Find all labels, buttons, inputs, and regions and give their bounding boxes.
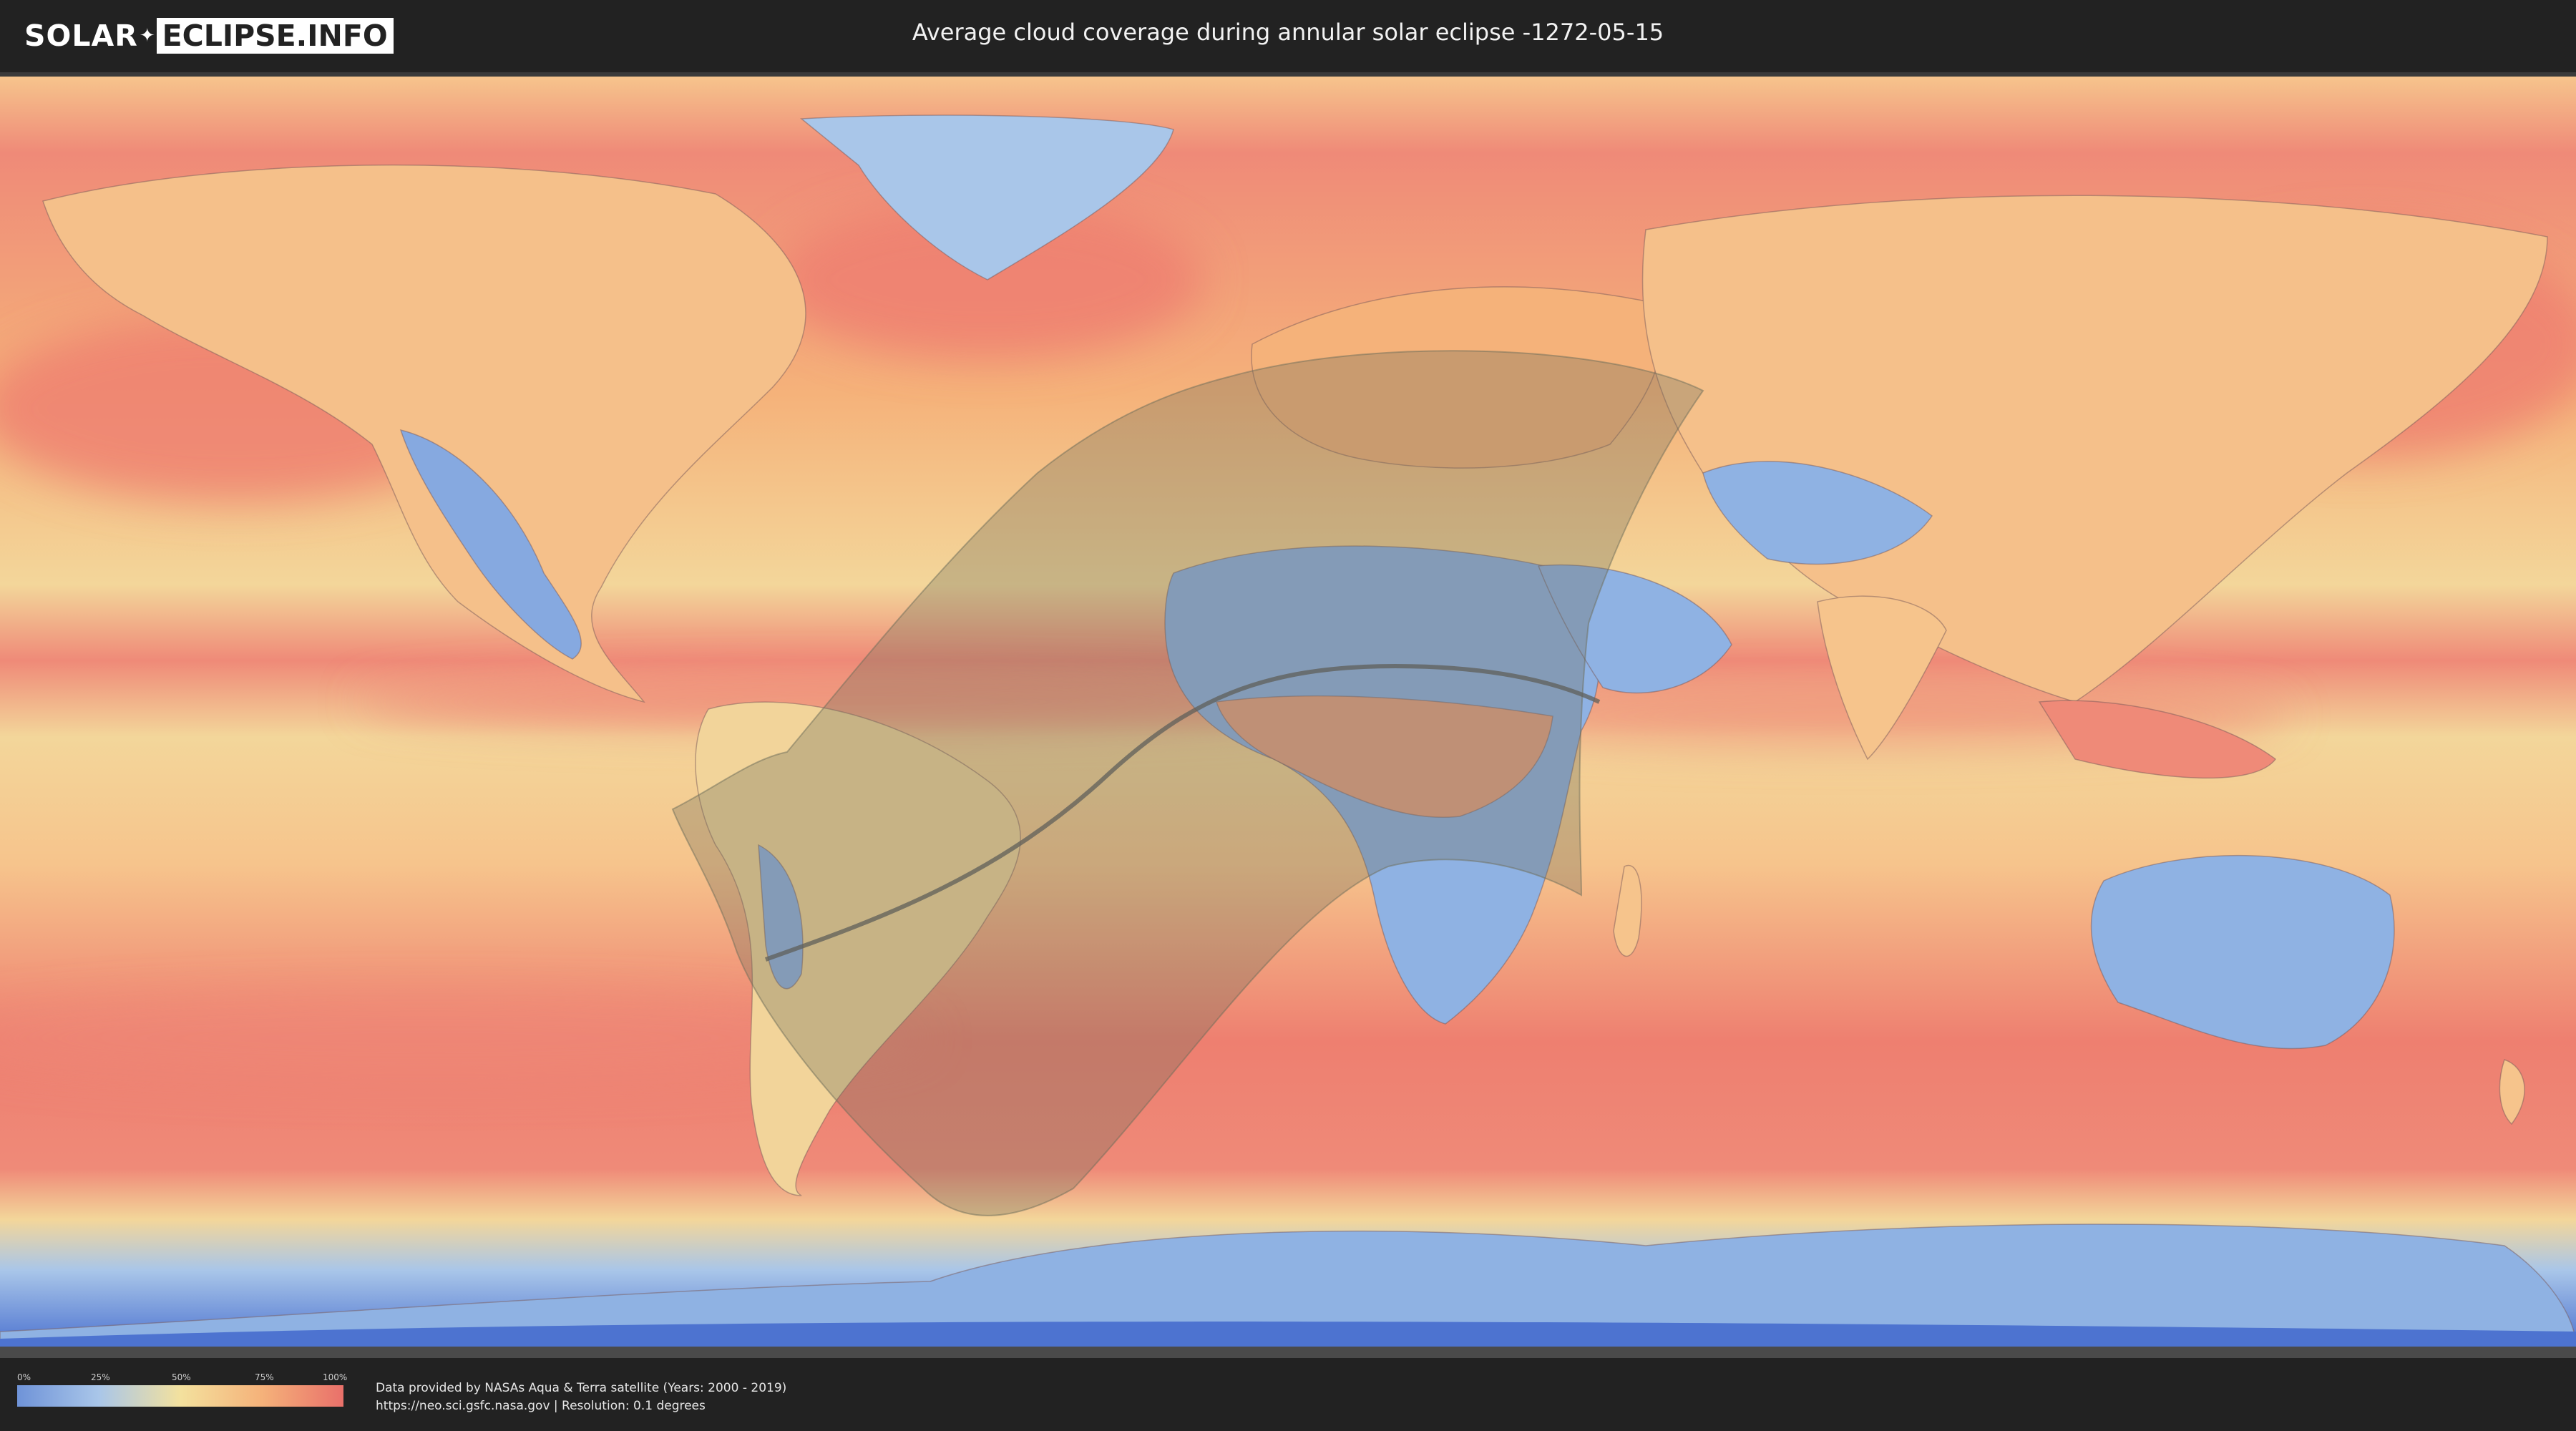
- legend-tick-0: 0%: [17, 1372, 31, 1382]
- data-credits: Data provided by NASAs Aqua & Terra sate…: [376, 1379, 786, 1415]
- page-title: Average cloud coverage during annular so…: [912, 19, 1664, 46]
- legend-tick-100: 100%: [323, 1372, 348, 1382]
- world-map-canvas: [0, 77, 2576, 1358]
- legend-tick-25: 25%: [91, 1372, 110, 1382]
- header-bar: SOLAR ✦ ECLIPSE.INFO Average cloud cover…: [0, 0, 2576, 72]
- cloud-coverage-map: [0, 72, 2576, 1358]
- footer-bar: 0% 25% 50% 75% 100% Data provided by NAS…: [0, 1358, 2576, 1431]
- legend-tick-75: 75%: [255, 1372, 274, 1382]
- credits-line-1: Data provided by NASAs Aqua & Terra sate…: [376, 1381, 787, 1395]
- credits-line-2[interactable]: https://neo.sci.gsfc.nasa.gov | Resoluti…: [376, 1397, 786, 1415]
- map-bottom-edge: [0, 1347, 2576, 1358]
- legend-ticks: 0% 25% 50% 75% 100%: [17, 1372, 347, 1384]
- legend-tick-50: 50%: [172, 1372, 191, 1382]
- cloud-coverage-legend: 0% 25% 50% 75% 100%: [17, 1372, 347, 1407]
- legend-color-bar: [17, 1385, 343, 1407]
